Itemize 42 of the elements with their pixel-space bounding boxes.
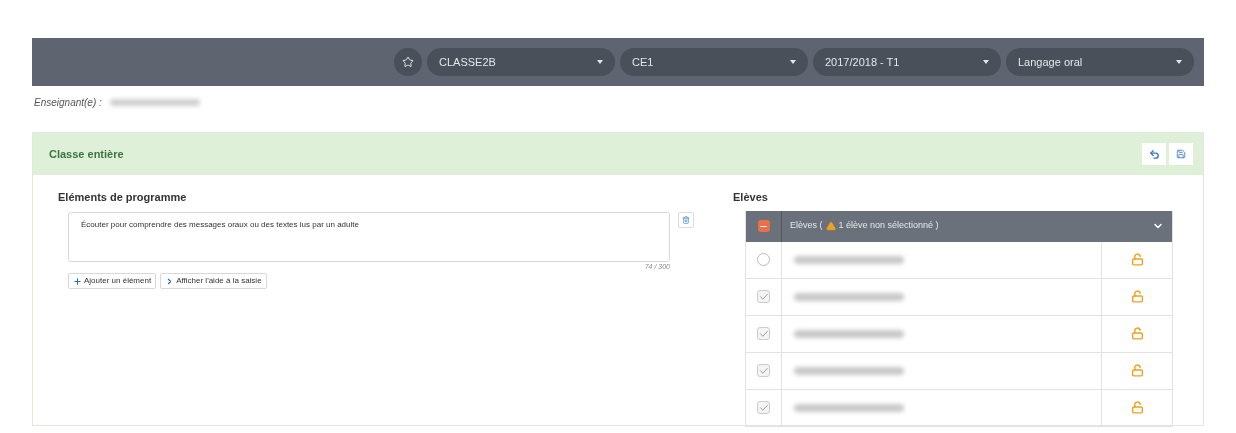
unlock-icon[interactable] <box>1130 290 1144 303</box>
program-textarea[interactable]: Écouter pour comprendre des messages oraux ou des textes lus par un adulte <box>68 211 670 262</box>
checkmark-icon <box>758 402 769 413</box>
header-label: Elèves ( <box>790 219 823 233</box>
warning-icon <box>825 221 836 231</box>
save-button[interactable] <box>1169 143 1193 165</box>
caret-icon <box>790 60 796 64</box>
deselect-all-icon[interactable] <box>757 220 770 232</box>
row-checkbox[interactable] <box>757 290 770 303</box>
caret-icon <box>983 60 989 64</box>
unlock-icon[interactable] <box>1130 253 1144 266</box>
checkmark-icon <box>758 291 769 302</box>
favorite-button[interactable] <box>394 48 422 76</box>
save-icon <box>1176 149 1186 159</box>
unlock-icon[interactable] <box>1130 364 1144 377</box>
row-checkbox[interactable] <box>757 327 770 340</box>
section-heading: Elèves <box>733 190 769 205</box>
dropdown-select[interactable]: Langage oral <box>1006 48 1194 76</box>
section-heading: Eléments de programme <box>58 190 188 205</box>
trash-icon <box>682 215 690 224</box>
teacher-label: Enseignant(e) : <box>34 96 102 110</box>
dropdown-select[interactable]: CLASSE2B <box>427 48 615 76</box>
caret-icon <box>1176 60 1182 64</box>
plus-icon <box>73 276 82 286</box>
add-element-button[interactable]: Ajouter un élément <box>68 273 157 289</box>
row-checkbox[interactable] <box>757 253 770 266</box>
delete-button[interactable] <box>678 211 694 228</box>
caret-icon <box>597 60 603 64</box>
dropdown-select[interactable]: 2017/2018 - T1 <box>813 48 1001 76</box>
row-checkbox[interactable] <box>757 401 770 414</box>
star-icon <box>402 56 414 68</box>
unlock-icon[interactable] <box>1130 401 1144 414</box>
warning-text: 1 élève non sélectionné ) <box>838 219 939 233</box>
panel-title: Classe entière <box>49 146 124 162</box>
undo-icon <box>1148 148 1160 160</box>
input-help-button[interactable]: Afficher l'aide à la saisie <box>160 273 267 289</box>
unlock-icon[interactable] <box>1130 327 1144 340</box>
checkmark-icon <box>758 365 769 376</box>
checkmark-icon <box>758 328 769 339</box>
undo-button[interactable] <box>1142 143 1166 165</box>
dropdown-select[interactable]: CE1 <box>620 48 808 76</box>
row-checkbox[interactable] <box>757 364 770 377</box>
